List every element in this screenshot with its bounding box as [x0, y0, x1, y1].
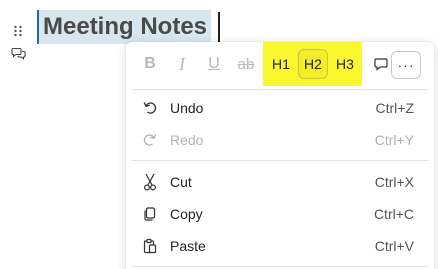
- italic-button[interactable]: I: [170, 49, 194, 79]
- menu-item-shortcut: Ctrl+V: [374, 238, 414, 254]
- menu-item-shortcut: Ctrl+Z: [375, 100, 415, 116]
- menu-item-shortcut: Ctrl+X: [374, 174, 414, 190]
- menu-divider: [132, 89, 428, 90]
- comment-margin-icon[interactable]: [11, 46, 27, 60]
- drag-handle-icon[interactable]: [13, 24, 23, 37]
- menu-item-copy[interactable]: Copy Ctrl+C: [126, 198, 434, 230]
- menu-item-cut[interactable]: Cut Ctrl+X: [126, 166, 434, 198]
- menu-item-paste[interactable]: Paste Ctrl+V: [126, 230, 434, 262]
- menu-item-label: Cut: [170, 174, 192, 190]
- menu-item-redo[interactable]: Redo Ctrl+Y: [126, 124, 434, 156]
- clipboard-icon: [141, 237, 159, 255]
- heading-3-button[interactable]: H3: [330, 49, 360, 79]
- copy-icon: [141, 205, 159, 223]
- menu-item-label: Redo: [170, 132, 204, 148]
- heading-1-button[interactable]: H1: [266, 49, 296, 79]
- menu-item-shortcut: Ctrl+C: [373, 206, 414, 222]
- menu-item-undo[interactable]: Undo Ctrl+Z: [126, 92, 434, 124]
- editor-page: Meeting Notes B I U ab H1 H2 H3 ··· Undo…: [0, 0, 439, 269]
- comment-icon: [374, 58, 388, 71]
- page-title[interactable]: Meeting Notes: [37, 10, 212, 44]
- bold-button[interactable]: B: [138, 49, 162, 79]
- text-caret: [218, 12, 220, 42]
- underline-button[interactable]: U: [202, 49, 226, 79]
- context-menu: B I U ab H1 H2 H3 ··· Undo Ctrl+Z Redo C…: [126, 42, 434, 269]
- menu-divider: [132, 266, 428, 267]
- redo-icon: [141, 131, 159, 149]
- strikethrough-button[interactable]: ab: [234, 49, 258, 79]
- menu-divider: [132, 160, 428, 161]
- more-options-button[interactable]: ···: [391, 51, 421, 79]
- scissors-icon: [141, 173, 159, 191]
- menu-item-shortcut: Ctrl+Y: [374, 132, 414, 148]
- format-toolbar: B I U ab H1 H2 H3 ···: [126, 42, 434, 86]
- heading-2-button[interactable]: H2: [298, 49, 328, 79]
- heading-style-group: H1 H2 H3: [263, 42, 362, 86]
- menu-item-label: Paste: [170, 238, 206, 254]
- undo-icon: [141, 99, 159, 117]
- menu-item-label: Copy: [170, 206, 203, 222]
- menu-item-label: Undo: [170, 100, 204, 116]
